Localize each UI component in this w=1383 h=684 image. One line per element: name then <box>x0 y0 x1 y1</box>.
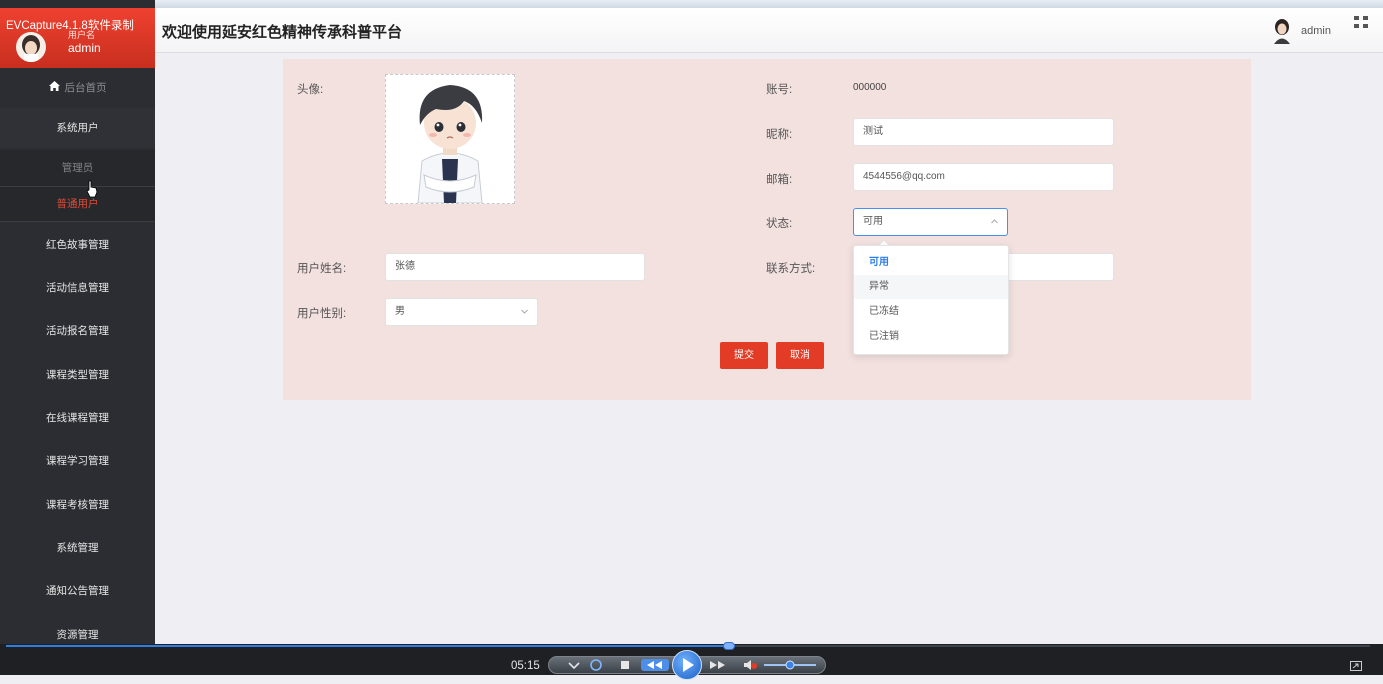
gender-label: 用户性别: <box>297 308 347 320</box>
gender-selected-value: 男 <box>395 306 405 317</box>
resize-icon[interactable] <box>1350 661 1362 671</box>
status-dropdown: 可用 异常 已冻结 已注销 <box>853 245 1009 355</box>
nickname-label: 昵称: <box>766 129 793 141</box>
fast-forward-icon[interactable] <box>706 656 730 674</box>
play-button[interactable] <box>672 650 702 680</box>
profile-role: 用户名 <box>68 30 96 40</box>
sidebar-item-label: 活动报名管理 <box>46 325 109 337</box>
header-username[interactable]: admin <box>1301 25 1331 37</box>
top-header: 欢迎使用延安红色精神传承科普平台 admin <box>155 8 1383 53</box>
status-option-abnormal[interactable]: 异常 <box>854 275 1008 299</box>
volume-slider[interactable] <box>764 656 816 674</box>
sidebar-item-label: 在线课程管理 <box>46 412 109 424</box>
realname-label: 用户姓名: <box>297 263 347 275</box>
avatar-upload[interactable] <box>385 74 515 204</box>
sidebar-item-course-type[interactable]: 课程类型管理 <box>0 355 155 395</box>
avatar-image-icon <box>22 35 40 62</box>
sidebar: EVCapture4.1.8软件录制 用户名 admin 后台首页 系统用户 管… <box>0 0 155 675</box>
realname-input[interactable]: 张德 <box>385 253 645 281</box>
profile-box: EVCapture4.1.8软件录制 用户名 admin <box>0 8 155 68</box>
sidebar-item-label: 系统管理 <box>56 542 99 554</box>
fullscreen-icon[interactable] <box>1353 15 1369 29</box>
os-top-strip <box>0 0 1383 8</box>
email-label: 邮箱: <box>766 174 793 186</box>
sidebar-item-label: 系统用户 <box>56 122 99 134</box>
sidebar-item-course-study[interactable]: 课程学习管理 <box>0 441 155 481</box>
sidebar-subitem-normal-user[interactable]: 普通用户 <box>0 187 155 222</box>
sidebar-item-notice[interactable]: 通知公告管理 <box>0 571 155 611</box>
sidebar-item-label: 资源管理 <box>56 629 99 641</box>
sidebar-item-activity-info[interactable]: 活动信息管理 <box>0 268 155 308</box>
sidebar-item-label: 课程学习管理 <box>46 455 109 467</box>
sidebar-item-activity-signup[interactable]: 活动报名管理 <box>0 311 155 351</box>
sidebar-subitem-admin[interactable]: 管理员 <box>0 150 155 187</box>
sidebar-item-label: 管理员 <box>61 162 94 174</box>
mute-icon[interactable] <box>742 656 758 674</box>
account-label: 账号: <box>766 84 793 96</box>
page-title: 欢迎使用延安红色精神传承科普平台 <box>162 24 403 41</box>
avatar[interactable] <box>16 32 46 62</box>
account-value: 000000 <box>853 82 887 93</box>
status-label: 状态: <box>766 218 793 230</box>
user-edit-form: 头像: 账号: 000000 昵称: 测试 邮箱: 4544556@qq.com… <box>283 59 1251 400</box>
status-option-frozen[interactable]: 已冻结 <box>854 300 1008 324</box>
status-selected-value: 可用 <box>863 216 883 227</box>
sidebar-item-label: 后台首页 <box>64 82 107 94</box>
sidebar-item-system-user[interactable]: 系统用户 <box>0 108 155 148</box>
gender-select[interactable]: 男 <box>385 298 538 326</box>
sidebar-item-label: 活动信息管理 <box>46 282 109 294</box>
playback-time: 05:15 <box>511 660 540 672</box>
home-icon <box>48 68 60 108</box>
sidebar-item-system-manage[interactable]: 系统管理 <box>0 528 155 568</box>
header-avatar-icon[interactable] <box>1271 18 1293 44</box>
email-input[interactable]: 4544556@qq.com <box>853 163 1114 191</box>
status-option-available[interactable]: 可用 <box>854 251 1008 275</box>
submit-button[interactable]: 提交 <box>720 342 768 369</box>
sidebar-item-online-course[interactable]: 在线课程管理 <box>0 398 155 438</box>
rewind-icon[interactable] <box>640 656 670 674</box>
sidebar-item-home[interactable]: 后台首页 <box>0 68 155 109</box>
nickname-input[interactable]: 测试 <box>853 118 1114 146</box>
sidebar-item-red-story[interactable]: 红色故事管理 <box>0 225 155 265</box>
avatar-label: 头像: <box>297 84 324 96</box>
sidebar-item-course-exam[interactable]: 课程考核管理 <box>0 485 155 525</box>
sidebar-item-label: 普通用户 <box>56 198 99 210</box>
contact-label: 联系方式: <box>766 263 816 275</box>
profile-name: admin <box>68 41 101 55</box>
sidebar-item-label: 通知公告管理 <box>46 585 109 597</box>
cartoon-avatar-icon <box>417 85 483 203</box>
status-select[interactable]: 可用 <box>853 208 1008 236</box>
chevron-up-icon <box>991 219 998 224</box>
status-option-cancelled[interactable]: 已注销 <box>854 325 1008 349</box>
chevron-down-icon <box>521 309 528 314</box>
progress-handle[interactable] <box>722 642 735 650</box>
sidebar-item-label: 课程考核管理 <box>46 499 109 511</box>
sidebar-item-label: 红色故事管理 <box>46 239 109 251</box>
sidebar-item-label: 课程类型管理 <box>46 369 109 381</box>
repeat-icon[interactable] <box>566 656 582 674</box>
refresh-icon[interactable] <box>588 656 604 674</box>
cancel-button[interactable]: 取消 <box>776 342 824 369</box>
hand-cursor-icon <box>86 180 98 198</box>
stop-icon[interactable] <box>618 656 632 674</box>
progress-fill <box>6 645 729 647</box>
